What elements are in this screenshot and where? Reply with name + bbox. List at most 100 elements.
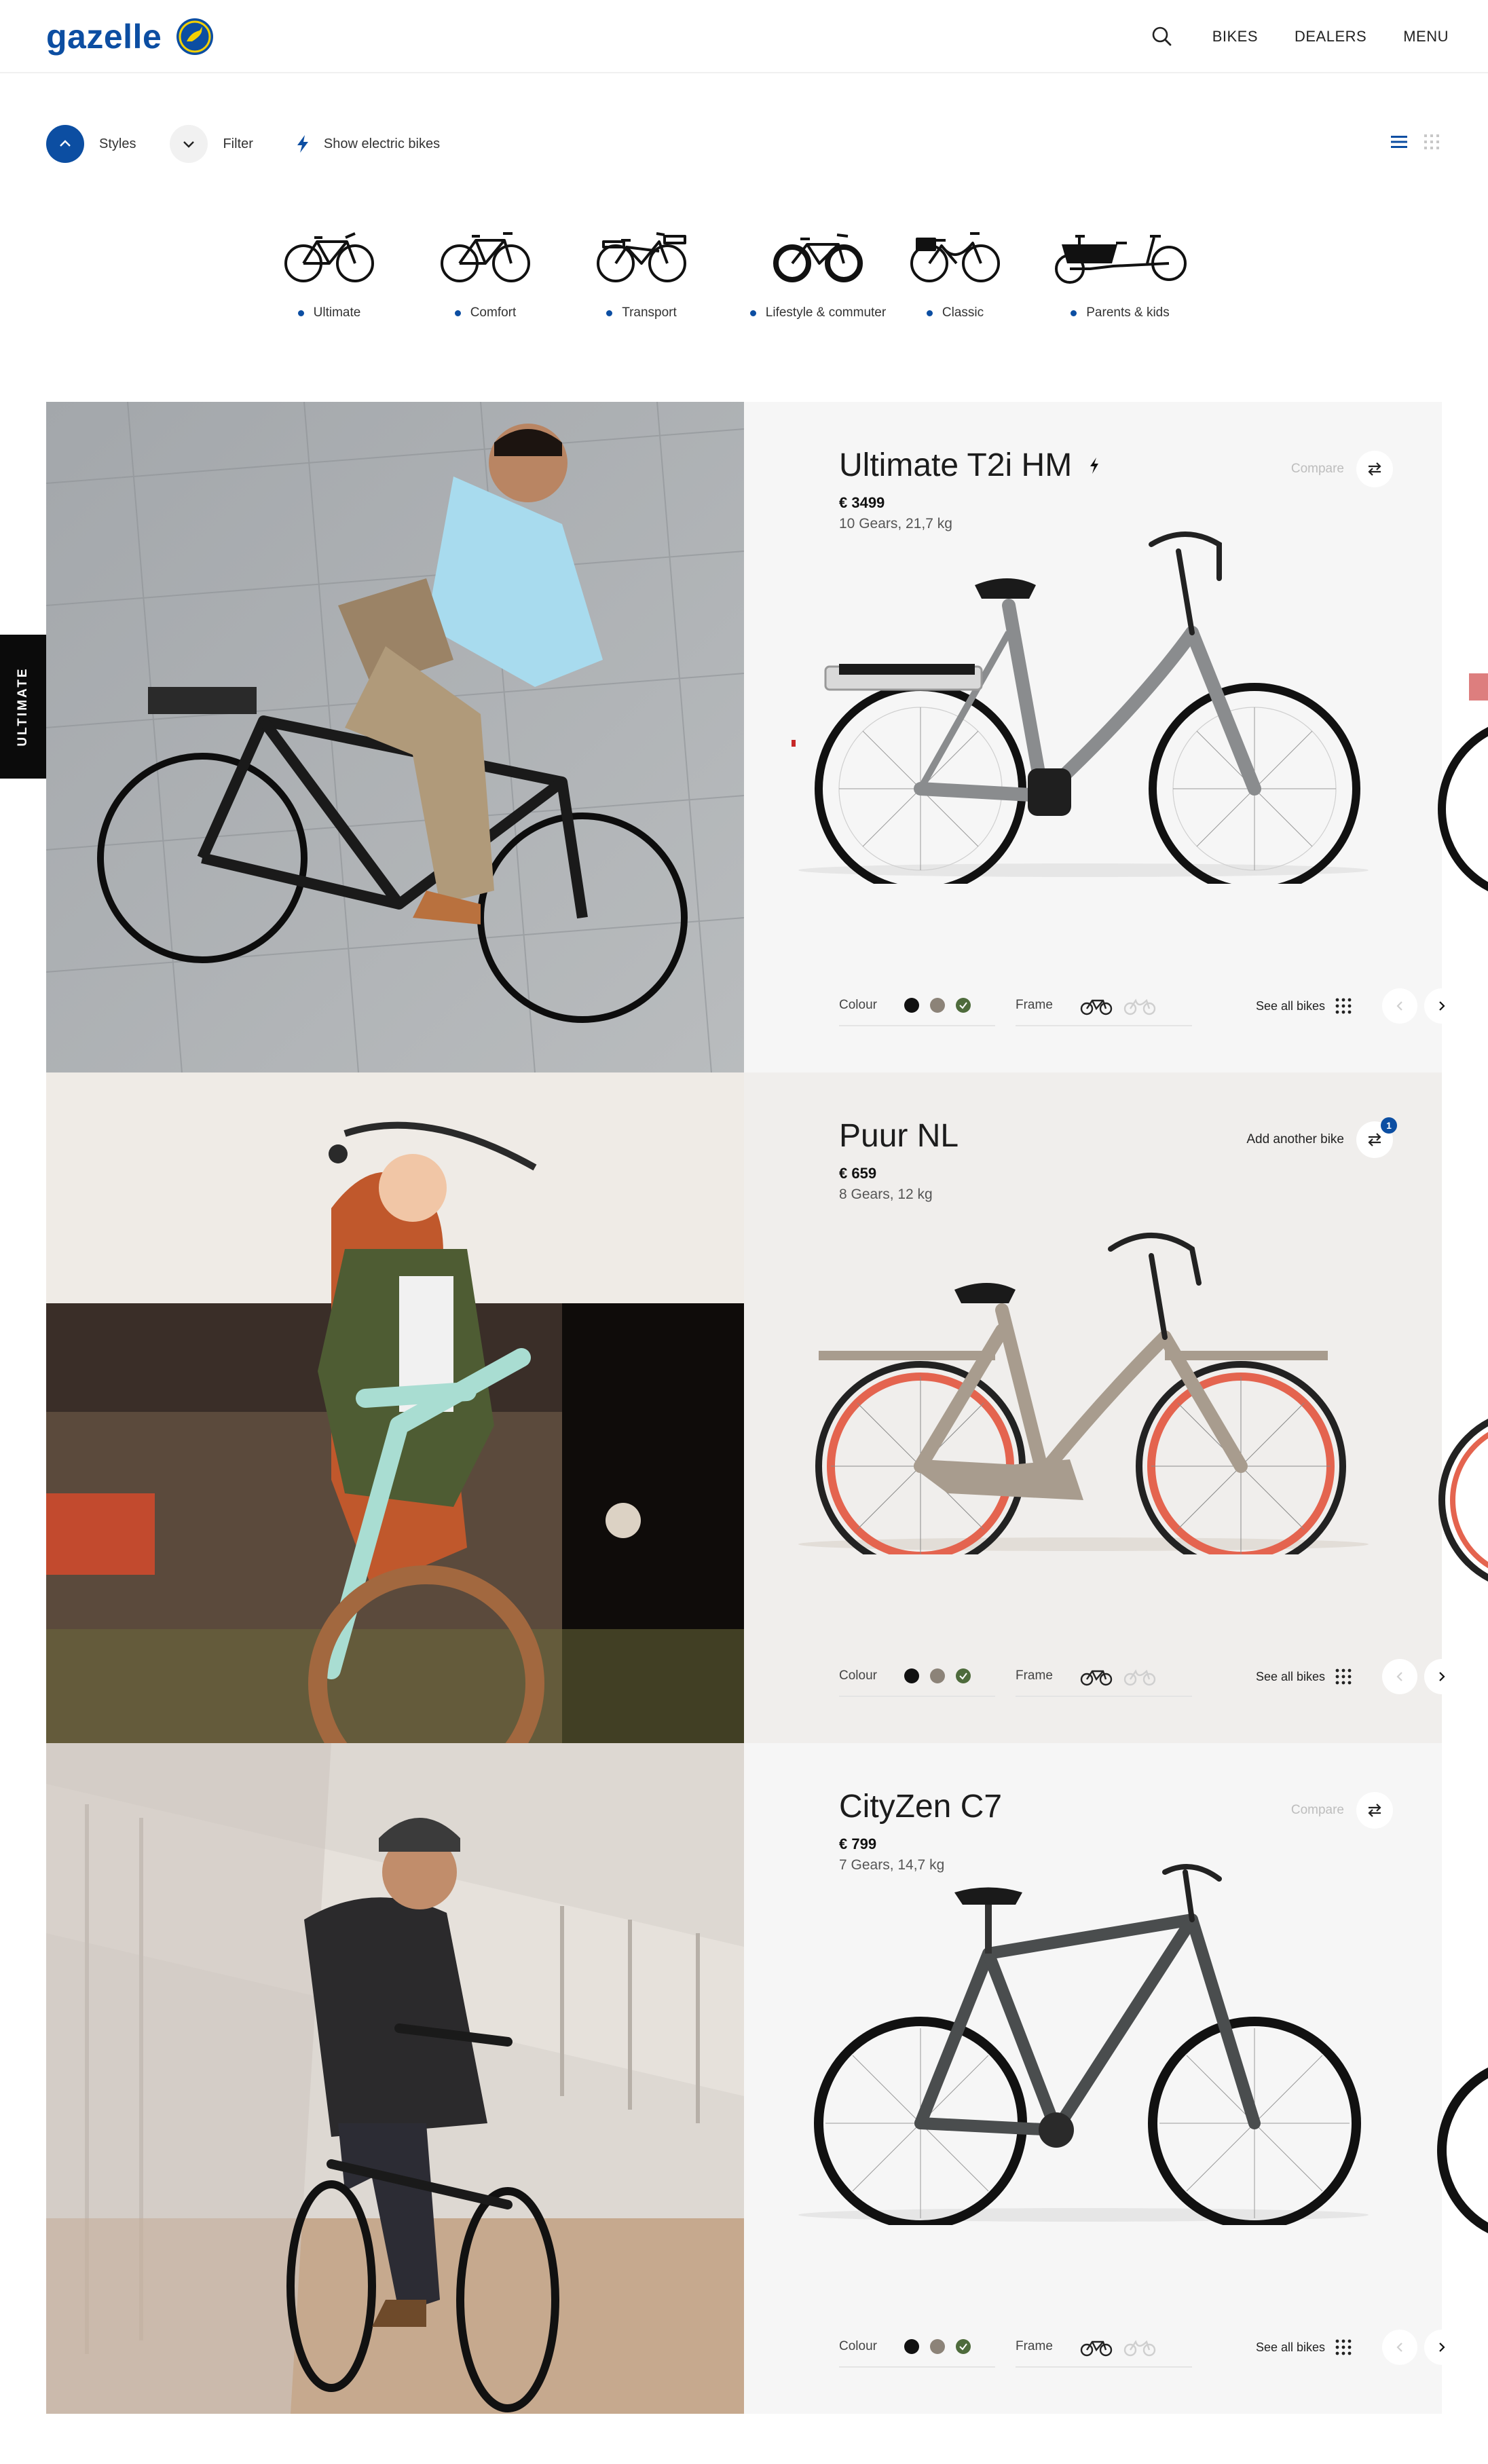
next-bike-peek	[1438, 1419, 1488, 1582]
bike-name: Ultimate T2i HM	[839, 447, 1073, 483]
colour-selector: Colour	[839, 1656, 995, 1697]
option-bar: Colour Frame See all bikes	[839, 1656, 1459, 1697]
photo-rider-woman	[46, 1072, 744, 1743]
colour-swatch-green-selected[interactable]	[955, 998, 971, 1013]
bike-row: Puur NL € 659 8 Gears, 12 kg Add another…	[46, 1072, 1488, 1743]
category-label: Transport	[622, 305, 677, 320]
category-dot	[297, 310, 304, 316]
next-bike-button[interactable]	[1424, 1659, 1459, 1694]
category-label: Classic	[942, 305, 984, 320]
option-bar: Colour Frame See all bikes	[839, 986, 1459, 1026]
colour-swatch-green-selected[interactable]	[955, 1668, 971, 1683]
see-all-bikes-link[interactable]: See all bikes	[1256, 986, 1352, 1026]
category-comfort[interactable]: Comfort	[434, 224, 536, 320]
see-all-bikes-link[interactable]: See all bikes	[1256, 2327, 1352, 2368]
page: gazelle BIKES DEALERS MENU Styles Filter	[0, 0, 1488, 2464]
lifestyle-photo	[46, 1743, 744, 2414]
chevron-down-icon	[183, 141, 195, 148]
prev-bike-button[interactable]	[1382, 1659, 1417, 1694]
compare-button[interactable]	[1356, 1792, 1393, 1829]
bike-pager	[1375, 1659, 1459, 1694]
nav-dealers-link[interactable]: DEALERS	[1295, 28, 1366, 45]
compare-control[interactable]: Compare	[1291, 1792, 1393, 1829]
option-bar: Colour Frame See all bikes	[839, 2327, 1459, 2368]
list-view-icon[interactable]	[1389, 132, 1409, 152]
category-lifestyle-commuter[interactable]: Lifestyle & commuter	[740, 224, 896, 320]
colour-selector: Colour	[839, 2327, 995, 2368]
colour-swatch-taupe[interactable]	[929, 998, 945, 1013]
category-parents-kids[interactable]: Parents & kids	[1052, 224, 1188, 320]
bike-name: Puur NL	[839, 1118, 959, 1154]
lifestyle-photo	[46, 402, 744, 1072]
category-ultimate[interactable]: Ultimate	[278, 224, 380, 320]
compare-button[interactable]	[1356, 451, 1393, 487]
nav-bikes-link[interactable]: BIKES	[1212, 28, 1258, 45]
bike-comfort-icon	[441, 232, 530, 282]
frame-ladies-icon[interactable]	[1123, 1666, 1156, 1686]
category-dot	[454, 310, 461, 316]
electric-bikes-toggle[interactable]: Show electric bikes	[324, 136, 440, 152]
bike-classic-icon	[910, 232, 1000, 282]
grid-dots-icon	[1335, 998, 1352, 1014]
colour-swatch-taupe[interactable]	[929, 2339, 945, 2354]
category-classic[interactable]: Classic	[904, 224, 1006, 320]
bike-pager	[1375, 2330, 1459, 2365]
bike-title[interactable]: Puur NL	[839, 1117, 959, 1155]
category-label: Ultimate	[313, 305, 361, 320]
photo-rider-businessman	[46, 402, 744, 1072]
colour-swatch-black[interactable]	[904, 1668, 919, 1683]
compare-button[interactable]: 1	[1356, 1117, 1397, 1158]
colour-swatch-black[interactable]	[904, 998, 919, 1013]
filter-toggle-button[interactable]	[170, 125, 208, 163]
colour-swatch-taupe[interactable]	[929, 1668, 945, 1683]
grid-view-icon[interactable]	[1421, 132, 1442, 152]
compare-control[interactable]: Compare	[1291, 451, 1393, 487]
next-bike-button[interactable]	[1424, 988, 1459, 1024]
frame-gents-icon[interactable]	[1080, 2336, 1113, 2357]
compare-control[interactable]: Add another bike 1	[1246, 1117, 1397, 1158]
filter-bar: Styles Filter Show electric bikes	[46, 125, 474, 163]
frame-gents-icon[interactable]	[1080, 1666, 1113, 1686]
frame-selector: Frame	[1016, 1656, 1192, 1697]
next-bike-button[interactable]	[1424, 2330, 1459, 2365]
chevron-right-icon	[1439, 2342, 1445, 2352]
prev-bike-button[interactable]	[1382, 988, 1417, 1024]
compare-label: Compare	[1290, 1803, 1344, 1817]
logo[interactable]: gazelle	[46, 15, 215, 58]
photo-rider-rain	[46, 1743, 744, 2414]
styles-toggle-button[interactable]	[46, 125, 84, 163]
next-bike-peek	[1438, 673, 1488, 892]
see-all-label: See all bikes	[1256, 998, 1326, 1013]
lightning-icon[interactable]	[294, 134, 312, 154]
category-side-tag[interactable]: ULTIMATE	[0, 635, 46, 779]
logo-wordmark: gazelle	[46, 18, 162, 56]
category-dot	[926, 310, 933, 316]
frame-ladies-icon[interactable]	[1123, 2336, 1156, 2357]
gazelle-emblem-icon	[176, 18, 214, 55]
grid-dots-icon	[1335, 2339, 1352, 2355]
search-icon[interactable]	[1149, 23, 1176, 50]
category-label: Comfort	[470, 305, 517, 320]
chevron-left-icon	[1396, 2342, 1402, 2352]
category-transport[interactable]: Transport	[591, 224, 692, 320]
filter-label: Filter	[223, 136, 253, 151]
bike-name: CityZen C7	[839, 1789, 1003, 1825]
prev-bike-button[interactable]	[1382, 2330, 1417, 2365]
colour-swatch-green-selected[interactable]	[955, 2339, 971, 2354]
nav-menu-link[interactable]: MENU	[1403, 28, 1449, 45]
see-all-bikes-link[interactable]: See all bikes	[1256, 1656, 1352, 1697]
frame-ladies-icon[interactable]	[1123, 995, 1156, 1015]
lifestyle-photo	[46, 1072, 744, 1743]
category-dot	[1071, 310, 1077, 316]
colour-swatch-black[interactable]	[904, 2339, 919, 2354]
bike-title[interactable]: CityZen C7	[839, 1788, 1002, 1825]
styles-label: Styles	[99, 136, 136, 151]
bike-panel: Ultimate T2i HM € 3499 10 Gears, 21,7 kg…	[744, 402, 1459, 1072]
frame-gents-icon[interactable]	[1080, 995, 1113, 1015]
bike-pager	[1375, 988, 1459, 1024]
bike-title[interactable]: Ultimate T2i HM	[839, 447, 1100, 484]
compare-arrows-icon	[1368, 1133, 1381, 1146]
compare-count-badge: 1	[1381, 1117, 1397, 1134]
category-label: Lifestyle & commuter	[765, 305, 887, 320]
compare-arrows-icon	[1368, 462, 1381, 476]
